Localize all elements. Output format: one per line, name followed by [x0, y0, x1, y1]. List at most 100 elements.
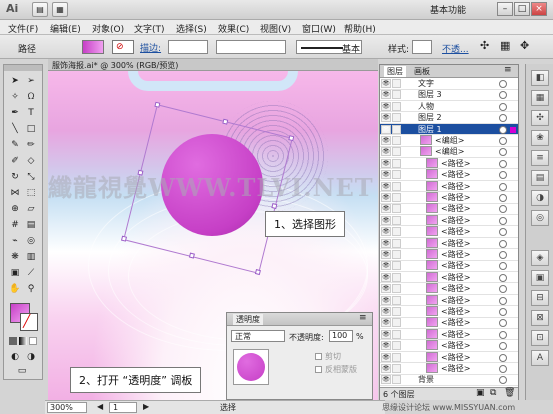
layer-row[interactable]: 👁 <路径>	[380, 340, 518, 352]
layer-row[interactable]: 👁 <路径>	[380, 180, 518, 193]
mesh-tool-icon[interactable]: #	[9, 219, 21, 231]
visibility-eye-icon[interactable]: 👁	[381, 227, 391, 237]
layer-row[interactable]: 👁 <路径>	[380, 226, 518, 238]
layer-row[interactable]: 👁 <路径>	[380, 306, 518, 318]
lock-toggle[interactable]	[392, 158, 401, 168]
workspace-switch-button[interactable]: ▦	[52, 2, 68, 17]
visibility-eye-icon[interactable]: 👁	[381, 329, 391, 339]
lock-toggle[interactable]	[392, 181, 401, 191]
target-circle-icon[interactable]	[499, 114, 507, 123]
color-panel-icon[interactable]: ◧	[531, 70, 549, 86]
stroke-swatch[interactable]: ⊘	[112, 40, 134, 54]
stroke-weight-field[interactable]	[168, 40, 208, 54]
resize-handle[interactable]	[222, 118, 229, 125]
free-transform-tool-icon[interactable]: ⬚	[25, 187, 37, 199]
menu-file[interactable]: 文件(F)	[8, 22, 38, 35]
lasso-tool-icon[interactable]: ᘯ	[25, 91, 37, 103]
transform-dock-icon[interactable]: ⊡	[531, 330, 549, 346]
menu-window[interactable]: 窗口(W)	[302, 22, 336, 35]
magic-wand-tool-icon[interactable]: ✧	[9, 91, 21, 103]
stroke-link[interactable]: 描边:	[140, 41, 161, 54]
menu-object[interactable]: 对象(O)	[92, 22, 124, 35]
target-circle-icon[interactable]	[499, 262, 507, 271]
resize-handle[interactable]	[154, 101, 161, 108]
pen-tool-icon[interactable]: ✒	[9, 107, 21, 119]
visibility-eye-icon[interactable]: 👁	[381, 181, 391, 191]
target-circle-icon[interactable]	[499, 308, 507, 316]
lock-toggle[interactable]	[392, 79, 401, 88]
layer-row[interactable]: 👁 图层 1	[380, 123, 518, 136]
target-circle-icon[interactable]	[499, 91, 507, 100]
visibility-eye-icon[interactable]: 👁	[381, 272, 391, 282]
visibility-eye-icon[interactable]: 👁	[381, 364, 391, 373]
perspective-grid-tool-icon[interactable]: ▱	[25, 203, 37, 215]
layer-row[interactable]: 👁 <路径>	[380, 249, 518, 261]
lock-toggle[interactable]	[392, 136, 401, 145]
visibility-eye-icon[interactable]: 👁	[381, 193, 391, 202]
layer-row[interactable]: 👁 <路径>	[380, 328, 518, 341]
layer-row[interactable]: 👁 <路径>	[380, 363, 518, 375]
visibility-eye-icon[interactable]: 👁	[381, 101, 391, 111]
visibility-eye-icon[interactable]: 👁	[381, 158, 391, 168]
target-circle-icon[interactable]	[499, 80, 507, 88]
layer-row[interactable]: 👁 图层 3	[380, 89, 518, 101]
target-circle-icon[interactable]	[499, 376, 507, 385]
visibility-eye-icon[interactable]: 👁	[381, 307, 391, 316]
transparency-panel-icon[interactable]: ◑	[531, 190, 549, 206]
target-circle-icon[interactable]	[499, 182, 507, 191]
eraser-tool-icon[interactable]: ◇	[25, 155, 37, 167]
lock-toggle[interactable]	[392, 238, 401, 248]
visibility-eye-icon[interactable]: 👁	[381, 124, 391, 134]
lock-toggle[interactable]	[392, 272, 401, 282]
layer-row[interactable]: 👁 <路径>	[380, 237, 518, 250]
lock-toggle[interactable]	[392, 90, 401, 100]
blend-tool-icon[interactable]: ◎	[25, 235, 37, 247]
hand-tool-icon[interactable]: ✋	[9, 283, 21, 295]
layer-row[interactable]: 👁 人物	[380, 101, 518, 113]
artboards-dock-icon[interactable]: ▣	[531, 270, 549, 286]
tab-layers[interactable]: 图层	[384, 66, 406, 77]
lock-toggle[interactable]	[392, 284, 401, 294]
symbol-sprayer-tool-icon[interactable]: ❋	[9, 251, 21, 263]
arrange-documents-button[interactable]: ▤	[32, 2, 48, 17]
lock-toggle[interactable]	[392, 261, 401, 271]
document-tab[interactable]: 服饰海报.ai* @ 300% (RGB/预览)	[48, 59, 378, 71]
lock-toggle[interactable]	[392, 329, 401, 339]
minimize-button[interactable]: –	[497, 2, 513, 16]
zoom-field[interactable]: 300%	[47, 402, 87, 413]
lock-toggle[interactable]	[392, 204, 401, 214]
isolate-icon[interactable]: ▦	[500, 39, 510, 52]
layer-row[interactable]: 👁 文字	[380, 78, 518, 90]
fill-swatch[interactable]	[82, 40, 104, 54]
target-circle-icon[interactable]	[499, 285, 507, 294]
lock-toggle[interactable]	[392, 193, 401, 202]
draw-inside-icon[interactable]: ◑	[25, 351, 37, 363]
gradient-tool-icon[interactable]: ▤	[25, 219, 37, 231]
lock-toggle[interactable]	[392, 352, 401, 362]
lock-toggle[interactable]	[392, 375, 401, 385]
resize-handle[interactable]	[120, 235, 128, 242]
layer-row[interactable]: 👁 背景	[380, 374, 518, 386]
menu-effect[interactable]: 效果(C)	[218, 22, 249, 35]
visibility-eye-icon[interactable]: 👁	[381, 215, 391, 225]
tools-panel-grip[interactable]	[4, 65, 42, 71]
blend-mode-select[interactable]: 正常	[231, 330, 285, 342]
opacity-input[interactable]: 100	[329, 330, 353, 342]
target-circle-icon[interactable]	[499, 171, 507, 180]
symbols-panel-icon[interactable]: ❀	[531, 130, 549, 146]
stroke-panel-icon[interactable]: ≡	[531, 150, 549, 166]
maximize-button[interactable]: □	[514, 2, 530, 16]
clip-checkbox[interactable]	[315, 353, 322, 360]
target-circle-icon[interactable]	[499, 273, 507, 282]
resize-handle[interactable]	[188, 252, 195, 259]
type-dock-icon[interactable]: A	[531, 350, 549, 366]
invert-mask-checkbox[interactable]	[315, 366, 322, 373]
target-circle-icon[interactable]	[499, 159, 507, 168]
type-tool-icon[interactable]: T	[25, 107, 37, 119]
target-circle-icon[interactable]	[499, 319, 507, 328]
target-circle-icon[interactable]	[499, 239, 507, 248]
gradient-panel-icon[interactable]: ▤	[531, 170, 549, 186]
visibility-eye-icon[interactable]: 👁	[381, 136, 391, 145]
lock-toggle[interactable]	[392, 215, 401, 225]
variable-width-select[interactable]	[216, 40, 286, 54]
